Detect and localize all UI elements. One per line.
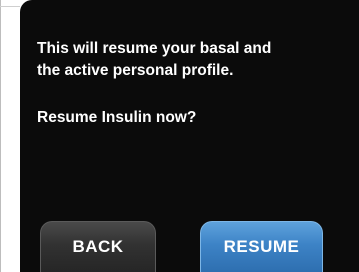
dialog-message-line-2: the active personal profile.	[37, 62, 234, 79]
frame-rule	[0, 6, 20, 7]
back-button[interactable]: BACK	[40, 221, 156, 272]
dialog-question: Resume Insulin now?	[37, 109, 197, 126]
dialog-message: This will resume your basal and the acti…	[37, 38, 337, 82]
dialog-message-line-1: This will resume your basal and	[37, 40, 272, 57]
resume-button[interactable]: RESUME	[200, 221, 323, 272]
device-screen: This will resume your basal and the acti…	[20, 0, 359, 272]
